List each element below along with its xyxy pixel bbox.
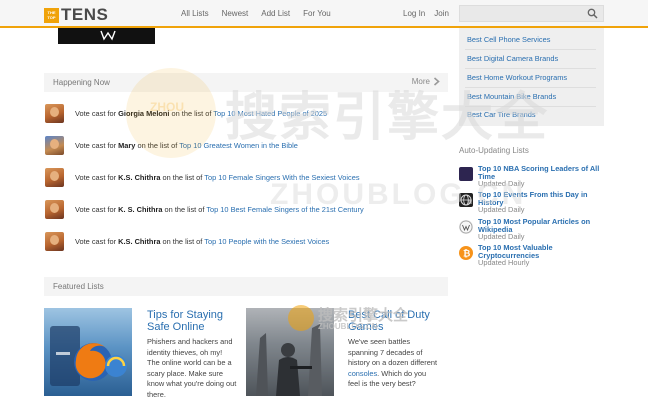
voted-item: K.S. Chithra	[118, 173, 161, 182]
list-link[interactable]: Top 10 Best Female Singers of the 21st C…	[206, 205, 363, 214]
wikipedia-icon	[459, 220, 473, 234]
voted-item: Giorgia Meloni	[118, 109, 170, 118]
activity-row: Vote cast for Giorgia Meloni on the list…	[44, 104, 448, 124]
divider	[465, 106, 596, 107]
happening-now-title: Happening Now	[53, 78, 110, 87]
top-header: THE TOP TENS All Lists Newest Add List F…	[0, 0, 648, 28]
globe-icon	[459, 193, 473, 207]
search-input[interactable]	[459, 5, 604, 22]
nba-icon	[459, 167, 473, 181]
activity-text: Vote cast for Mary on the list of Top 10…	[75, 141, 298, 150]
nav-newest[interactable]: Newest	[222, 9, 249, 18]
featured-title-call-of-duty[interactable]: Best Call of Duty Games	[348, 309, 438, 333]
activity-row: Vote cast for K.S. Chithra on the list o…	[44, 168, 448, 188]
logo-text: TENS	[61, 5, 109, 24]
activity-text: Vote cast for Giorgia Meloni on the list…	[75, 109, 328, 118]
sidebar-link[interactable]: Best Mountain Bike Brands	[467, 92, 556, 101]
avatar[interactable]	[45, 104, 64, 123]
featured-image-online-safety[interactable]	[44, 308, 132, 396]
sidebar-link[interactable]: Best Car Tire Brands	[467, 110, 536, 119]
banner-image[interactable]	[58, 28, 155, 44]
main-nav: All Lists Newest Add List For You	[181, 9, 331, 18]
more-link[interactable]: More	[412, 77, 440, 86]
auto-list-status: Updated Hourly	[478, 258, 530, 267]
sidebar-link[interactable]: Best Digital Camera Brands	[467, 54, 558, 63]
soldier-image-icon	[246, 308, 334, 396]
nav-add-list[interactable]: Add List	[261, 9, 290, 18]
auto-list-status: Updated Daily	[478, 232, 525, 241]
banner-logo-icon	[100, 30, 116, 41]
featured-image-call-of-duty[interactable]	[246, 308, 334, 396]
activity-text: Vote cast for K.S. Chithra on the list o…	[75, 173, 360, 182]
avatar[interactable]	[45, 200, 64, 219]
svg-text:₿: ₿	[463, 249, 470, 259]
activity-row: Vote cast for Mary on the list of Top 10…	[44, 136, 448, 156]
nav-for-you[interactable]: For You	[303, 9, 331, 18]
featured-lists-header: Featured Lists	[44, 277, 448, 296]
auth-links: Log In Join	[403, 9, 449, 18]
voted-item: Mary	[118, 141, 136, 150]
featured-lists-title: Featured Lists	[53, 282, 104, 291]
voted-item: K.S. Chithra	[118, 237, 161, 246]
divider	[465, 87, 596, 88]
consoles-link[interactable]: consoles	[348, 369, 377, 378]
firefox-logo-icon	[50, 326, 127, 386]
divider	[465, 49, 596, 50]
auto-updating-title: Auto-Updating Lists	[459, 146, 529, 155]
divider	[465, 68, 596, 69]
featured-desc-online-safety: Phishers and hackers and identity thieve…	[147, 337, 237, 399]
nav-all-lists[interactable]: All Lists	[181, 9, 209, 18]
list-link[interactable]: Top 10 Most Hated People of 2025	[213, 109, 327, 118]
chevron-right-icon	[433, 77, 440, 86]
activity-row: Vote cast for K. S. Chithra on the list …	[44, 200, 448, 220]
logo-badge: THE TOP	[44, 7, 59, 23]
activity-text: Vote cast for K. S. Chithra on the list …	[75, 205, 364, 214]
avatar[interactable]	[45, 168, 64, 187]
featured-title-online-safety[interactable]: Tips for Staying Safe Online	[147, 309, 237, 333]
list-link[interactable]: Top 10 People with the Sexiest Voices	[204, 237, 329, 246]
avatar[interactable]	[45, 136, 64, 155]
avatar[interactable]	[45, 232, 64, 251]
join-link[interactable]: Join	[434, 9, 449, 18]
sidebar-link[interactable]: Best Home Workout Programs	[467, 73, 567, 82]
list-link[interactable]: Top 10 Greatest Women in the Bible	[179, 141, 298, 150]
sidebar-link[interactable]: Best Cell Phone Services	[467, 35, 550, 44]
auto-list-status: Updated Daily	[478, 205, 525, 214]
happening-now-header: Happening Now More	[44, 73, 448, 92]
login-link[interactable]: Log In	[403, 9, 425, 18]
more-label: More	[411, 77, 430, 86]
activity-row: Vote cast for K.S. Chithra on the list o…	[44, 232, 448, 252]
auto-list-status: Updated Daily	[478, 179, 525, 188]
search-icon[interactable]	[587, 8, 598, 19]
featured-desc-call-of-duty: We've seen battles spanning 7 decades of…	[348, 337, 438, 388]
voted-item: K. S. Chithra	[118, 205, 163, 214]
activity-text: Vote cast for K.S. Chithra on the list o…	[75, 237, 330, 246]
site-logo[interactable]: THE TOP TENS	[44, 5, 108, 25]
list-link[interactable]: Top 10 Female Singers With the Sexiest V…	[204, 173, 359, 182]
bitcoin-icon: ₿	[459, 246, 473, 260]
